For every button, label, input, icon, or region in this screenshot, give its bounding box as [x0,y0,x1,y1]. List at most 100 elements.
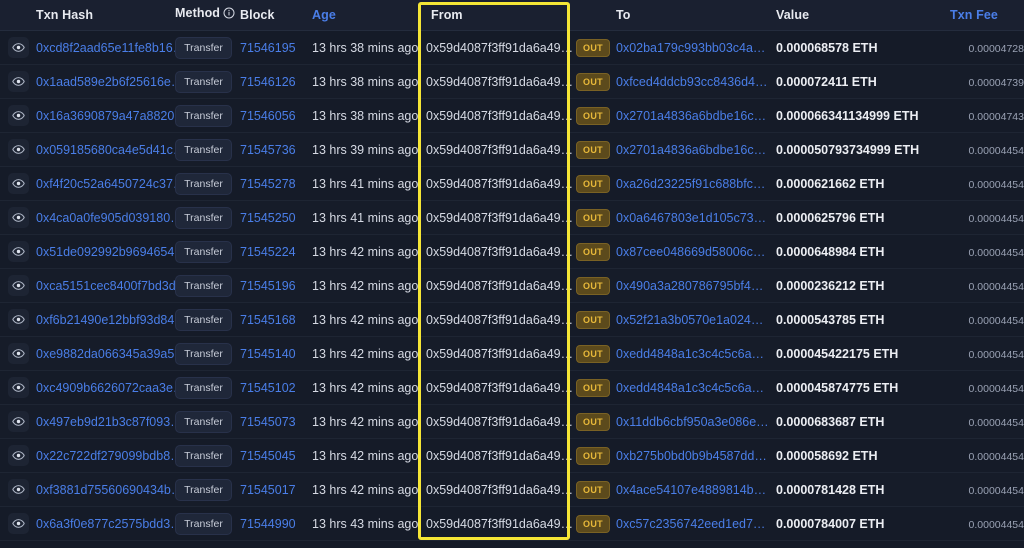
table-row[interactable]: 0x497eb9d21b3c87f093… Transfer 71545073 … [0,405,1024,439]
row-visibility-toggle[interactable] [0,105,36,126]
eye-icon[interactable] [7,207,29,228]
cell-to[interactable]: 0x2701a4836a6bdbe16c… [616,143,776,157]
to-address-link[interactable]: 0x02ba179c993bb03c4a… [616,41,776,55]
block-link[interactable]: 71546195 [240,41,296,55]
cell-txn-hash[interactable]: 0xf3881d75560690434b… [36,483,175,497]
row-visibility-toggle[interactable] [0,241,36,262]
cell-from[interactable]: 0x59d4087f3ff91da6a49… [418,447,573,465]
column-header-txn-fee[interactable]: Txn Fee [948,8,1024,22]
block-link[interactable]: 71545196 [240,279,296,293]
eye-icon[interactable] [7,275,29,296]
eye-icon[interactable] [7,105,29,126]
table-row[interactable]: 0xc4909b6626072caa3e… Transfer 71545102 … [0,371,1024,405]
column-header-block[interactable]: Block [240,8,312,22]
column-header-age[interactable]: Age [312,8,418,22]
cell-from[interactable]: 0x59d4087f3ff91da6a49… [418,345,573,363]
row-visibility-toggle[interactable] [0,479,36,500]
block-link[interactable]: 71545224 [240,245,296,259]
cell-to[interactable]: 0xfced4ddcb93cc8436d4… [616,75,776,89]
cell-from[interactable]: 0x59d4087f3ff91da6a49… [418,175,573,193]
cell-from[interactable]: 0x59d4087f3ff91da6a49… [418,73,573,91]
column-header-from[interactable]: From [418,8,570,22]
eye-icon[interactable] [7,411,29,432]
cell-from[interactable]: 0x59d4087f3ff91da6a49… [418,107,573,125]
row-visibility-toggle[interactable] [0,173,36,194]
cell-txn-hash[interactable]: 0xe9882da066345a39a5… [36,347,175,361]
block-link[interactable]: 71546056 [240,109,296,123]
cell-block[interactable]: 71546126 [240,73,312,91]
txn-hash-link[interactable]: 0xf4f20c52a6450724c37… [36,177,175,191]
eye-icon[interactable] [7,377,29,398]
method-badge[interactable]: Transfer [175,478,232,501]
table-row[interactable]: 0x22c722df279099bdb8… Transfer 71545045 … [0,439,1024,473]
cell-txn-hash[interactable]: 0x4ca0a0fe905d039180… [36,211,175,225]
table-row[interactable]: 0xca5151cec8400f7bd3d… Transfer 71545196… [0,269,1024,303]
table-row[interactable]: 0x6a3f0e877c2575bdd3… Transfer 71544990 … [0,507,1024,541]
to-address-link[interactable]: 0x87cee048669d58006c… [616,245,776,259]
cell-txn-hash[interactable]: 0x22c722df279099bdb8… [36,449,175,463]
cell-txn-hash[interactable]: 0x51de092992b9694654… [36,245,175,259]
row-visibility-toggle[interactable] [0,139,36,160]
method-badge[interactable]: Transfer [175,308,232,331]
to-address-link[interactable]: 0x490a3a280786795bf4… [616,279,776,293]
cell-block[interactable]: 71545073 [240,413,312,431]
cell-block[interactable]: 71544990 [240,515,312,533]
cell-block[interactable]: 71545045 [240,447,312,465]
column-header-txn-hash[interactable]: Txn Hash [36,8,175,22]
method-badge[interactable]: Transfer [175,444,232,467]
to-address-link[interactable]: 0xedd4848a1c3c4c5c6a… [616,347,776,361]
to-address-link[interactable]: 0x52f21a3b0570e1a024… [616,313,776,327]
cell-block[interactable]: 71545736 [240,141,312,159]
cell-to[interactable]: 0xc57c2356742eed1ed7… [616,517,776,531]
block-link[interactable]: 71545140 [240,347,296,361]
to-address-link[interactable]: 0xfced4ddcb93cc8436d4… [616,75,776,89]
cell-to[interactable]: 0xedd4848a1c3c4c5c6a… [616,381,776,395]
txn-hash-link[interactable]: 0xe9882da066345a39a5… [36,347,175,361]
table-row[interactable]: 0xf6b21490e12bbf93d84… Transfer 71545168… [0,303,1024,337]
column-header-value[interactable]: Value [776,8,948,22]
cell-txn-hash[interactable]: 0xf6b21490e12bbf93d84… [36,313,175,327]
txn-hash-link[interactable]: 0xf6b21490e12bbf93d84… [36,313,175,327]
to-address-link[interactable]: 0xedd4848a1c3c4c5c6a… [616,381,776,395]
cell-from[interactable]: 0x59d4087f3ff91da6a49… [418,379,573,397]
eye-icon[interactable] [7,139,29,160]
block-link[interactable]: 71545073 [240,415,296,429]
txn-hash-link[interactable]: 0x059185680ca4e5d41c… [36,143,175,157]
row-visibility-toggle[interactable] [0,71,36,92]
row-visibility-toggle[interactable] [0,309,36,330]
block-link[interactable]: 71545736 [240,143,296,157]
method-badge[interactable]: Transfer [175,410,232,433]
row-visibility-toggle[interactable] [0,411,36,432]
cell-to[interactable]: 0x490a3a280786795bf4… [616,279,776,293]
cell-from[interactable]: 0x59d4087f3ff91da6a49… [418,311,573,329]
column-header-method[interactable]: Method [175,6,240,24]
cell-txn-hash[interactable]: 0xca5151cec8400f7bd3d… [36,279,175,293]
block-link[interactable]: 71545017 [240,483,296,497]
cell-from[interactable]: 0x59d4087f3ff91da6a49… [418,413,573,431]
method-badge[interactable]: Transfer [175,274,232,297]
method-badge[interactable]: Transfer [175,512,232,535]
table-row[interactable]: 0x16a3690879a47a8820… Transfer 71546056 … [0,99,1024,133]
txn-hash-link[interactable]: 0xc4909b6626072caa3e… [36,381,175,395]
txn-hash-link[interactable]: 0xca5151cec8400f7bd3d… [36,279,175,293]
row-visibility-toggle[interactable] [0,513,36,534]
row-visibility-toggle[interactable] [0,207,36,228]
table-row[interactable]: 0xe9882da066345a39a5… Transfer 71545140 … [0,337,1024,371]
block-link[interactable]: 71545102 [240,381,296,395]
cell-from[interactable]: 0x59d4087f3ff91da6a49… [418,515,573,533]
cell-block[interactable]: 71545168 [240,311,312,329]
cell-block[interactable]: 71545140 [240,345,312,363]
cell-to[interactable]: 0x02ba179c993bb03c4a… [616,41,776,55]
row-visibility-toggle[interactable] [0,343,36,364]
cell-to[interactable]: 0x2701a4836a6bdbe16c… [616,109,776,123]
cell-block[interactable]: 71546056 [240,107,312,125]
method-badge[interactable]: Transfer [175,376,232,399]
info-icon[interactable] [223,6,235,24]
to-address-link[interactable]: 0x0a6467803e1d105c73… [616,211,776,225]
cell-block[interactable]: 71545250 [240,209,312,227]
eye-icon[interactable] [7,71,29,92]
cell-to[interactable]: 0x87cee048669d58006c… [616,245,776,259]
cell-block[interactable]: 71545102 [240,379,312,397]
cell-to[interactable]: 0x11ddb6cbf950a3e086e… [616,415,776,429]
cell-txn-hash[interactable]: 0x059185680ca4e5d41c… [36,143,175,157]
